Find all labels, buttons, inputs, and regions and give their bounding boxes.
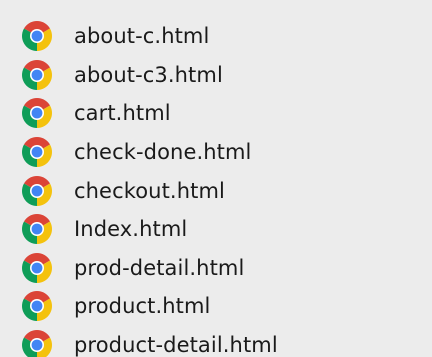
chrome-icon	[22, 330, 52, 357]
file-list-item[interactable]: check-done.html	[0, 133, 432, 172]
file-list-item[interactable]: about-c.html	[0, 17, 432, 56]
file-list-panel: about-c.html about-c3.html cart.html che…	[0, 0, 432, 357]
file-list-item[interactable]: product-detail.html	[0, 326, 432, 357]
file-list-item[interactable]: about-c3.html	[0, 56, 432, 95]
chrome-icon	[22, 214, 52, 245]
file-name: product.html	[74, 294, 211, 319]
chrome-icon	[22, 98, 52, 129]
file-list-item[interactable]: cart.html	[0, 94, 432, 133]
file-name: product-detail.html	[74, 333, 278, 357]
file-list-item[interactable]: prod-detail.html	[0, 249, 432, 288]
file-name: cart.html	[74, 101, 171, 126]
file-list-item[interactable]: product.html	[0, 287, 432, 326]
file-list: about-c.html about-c3.html cart.html che…	[0, 17, 432, 357]
file-name: about-c.html	[74, 24, 210, 49]
chrome-icon	[22, 59, 52, 90]
file-name: checkout.html	[74, 178, 225, 203]
file-list-item[interactable]: checkout.html	[0, 171, 432, 210]
file-name: prod-detail.html	[74, 255, 245, 280]
file-name: check-done.html	[74, 140, 252, 165]
file-name: Index.html	[74, 217, 188, 242]
chrome-icon	[22, 21, 52, 52]
chrome-icon	[22, 175, 52, 206]
chrome-icon	[22, 291, 52, 322]
file-name: about-c3.html	[74, 62, 223, 87]
chrome-icon	[22, 252, 52, 283]
file-list-item[interactable]: Index.html	[0, 210, 432, 249]
chrome-icon	[22, 137, 52, 168]
